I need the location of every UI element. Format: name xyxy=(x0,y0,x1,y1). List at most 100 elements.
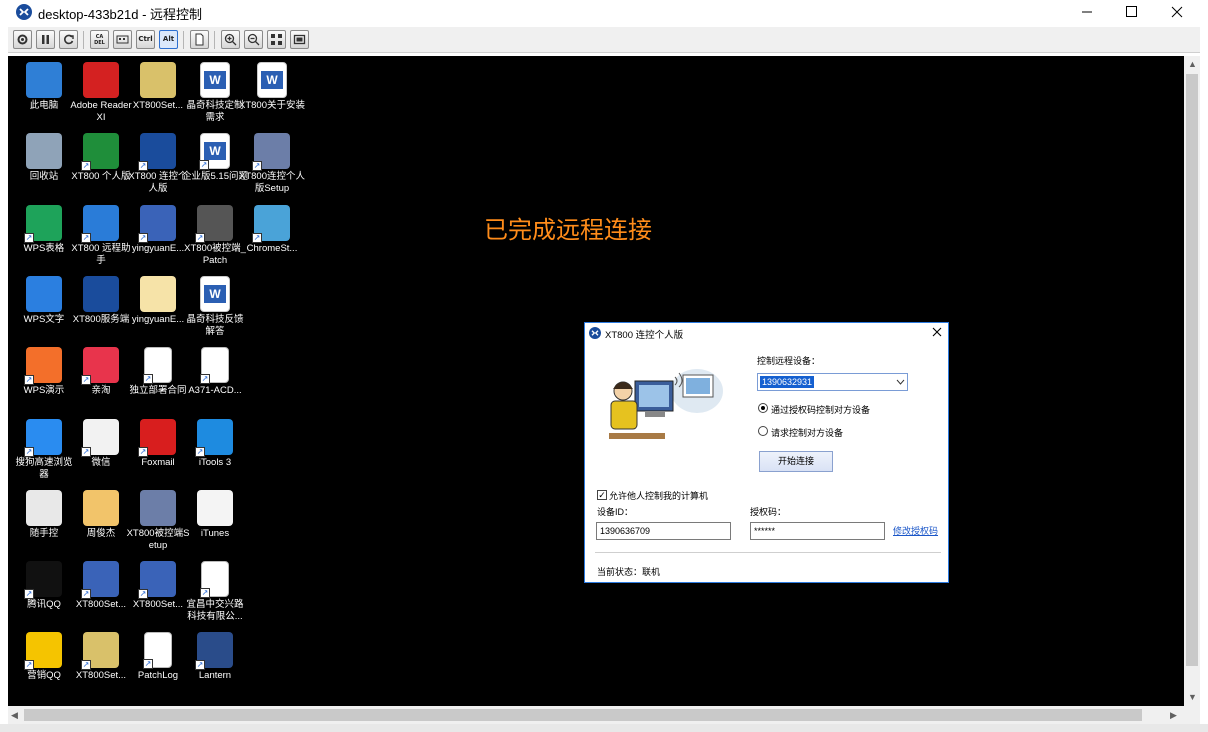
desktop-icon-label: iTunes xyxy=(200,527,230,539)
refresh-icon xyxy=(64,34,74,45)
maximize-button[interactable] xyxy=(1108,0,1154,24)
word-doc-icon xyxy=(200,275,230,312)
xt800-dialog: XT800 连控个人版 控制远程设备： 1390632931 通过授权码控制对方… xyxy=(584,322,949,583)
scroll-left-icon[interactable]: ◀ xyxy=(11,710,18,721)
remote-desktop[interactable]: 此电脑 回收站 ↗ WPS表格 WPS文字 ↗ WPS演示 ↗ 搜狗高速浏览器 随手控 ↗ 腾讯QQ ↗… xyxy=(8,56,1184,706)
horizontal-scroll-thumb[interactable] xyxy=(24,709,1142,721)
auth-code-label: 授权码： xyxy=(750,507,787,517)
window-title: desktop-433b21d - 远程控制 xyxy=(38,7,203,22)
xt800-personal-icon: ↗ xyxy=(81,133,119,172)
ctrl-alt-del-icon: CA DEL xyxy=(94,34,105,46)
radio-request[interactable] xyxy=(758,426,768,436)
desktop-icon-label: Lantern xyxy=(198,670,232,682)
keyboard-button[interactable] xyxy=(113,30,132,49)
pause-icon xyxy=(42,35,49,44)
xt800-icon xyxy=(589,327,601,339)
zoom-out-icon xyxy=(247,33,260,46)
auth-code-field[interactable]: ****** xyxy=(750,522,885,540)
desktop-icon[interactable]: ↗ ChromeSt... xyxy=(239,204,305,255)
blank-file-icon: ↗ xyxy=(200,347,229,385)
word-doc-icon xyxy=(200,62,230,98)
close-icon xyxy=(932,327,942,337)
desktop-icon-label: XT800关于安装 xyxy=(239,100,305,111)
allow-control-label: 允许他人控制我的计算机 xyxy=(609,491,709,501)
radio-auth-label: 通过授权码控制对方设备 xyxy=(771,405,871,415)
bottom-strip xyxy=(0,724,1208,732)
dialog-divider xyxy=(595,552,941,553)
allow-control-checkbox[interactable]: ✓ xyxy=(597,490,607,500)
recycle-bin-icon xyxy=(26,133,62,170)
desktop-icon-label: ChromeSt... xyxy=(246,242,298,254)
fullscreen-icon xyxy=(293,34,306,45)
scroll-up-icon[interactable]: ▲ xyxy=(1188,59,1197,69)
radio-request-label: 请求控制对方设备 xyxy=(771,428,844,438)
desktop-icon-label: XT800连控个人版Setup xyxy=(239,171,305,195)
desktop-icon[interactable]: ↗ A371-ACD... xyxy=(182,347,248,397)
dialog-title: XT800 连控个人版 xyxy=(605,330,684,341)
foxmail-icon: ↗ xyxy=(138,418,176,457)
word-doc-icon xyxy=(257,62,287,98)
connection-status-banner: 已完成远程连接 xyxy=(484,216,652,244)
fit-screen-icon xyxy=(271,34,282,45)
winrar-icon: ↗ xyxy=(138,561,176,600)
pause-button[interactable] xyxy=(36,30,55,49)
alt-key-button[interactable]: Alt xyxy=(159,30,178,49)
xt800-assistant-icon: ↗ xyxy=(81,204,119,243)
device-label: 控制远程设备： xyxy=(757,356,821,366)
keyboard-icon xyxy=(116,35,129,44)
desktop-icon[interactable]: ↗ Lantern xyxy=(182,632,248,682)
xt800-control-icon: ↗ xyxy=(138,133,176,172)
desktop-icon-label: 宜昌中交兴路科技有限公... xyxy=(186,599,244,623)
scroll-down-icon[interactable]: ▼ xyxy=(1188,692,1197,702)
wps-sheet-icon: ↗ xyxy=(24,204,62,243)
desktop-icon[interactable]: ↗ XT800连控个人版Setup xyxy=(239,133,305,195)
ctrl-alt-del-button[interactable]: CA DEL xyxy=(90,30,109,49)
settings-button[interactable] xyxy=(13,30,32,49)
xt800-icon xyxy=(16,4,32,20)
close-button[interactable] xyxy=(1154,0,1200,24)
title-bar: desktop-433b21d - 远程控制 xyxy=(0,0,1208,24)
ctrl-key-button[interactable]: Ctrl xyxy=(136,30,155,49)
desktop-icon-label: iTools 3 xyxy=(198,456,232,468)
wps-present-icon: ↗ xyxy=(24,347,62,386)
settings-icon xyxy=(17,34,28,45)
winrar-icon: ↗ xyxy=(138,204,176,243)
dialog-close-button[interactable] xyxy=(930,325,944,339)
close-icon xyxy=(1171,6,1183,18)
installer-icon: ↗ xyxy=(252,133,290,172)
desktop-icon[interactable]: ↗ iTools 3 xyxy=(182,418,248,469)
word-doc-icon: ↗ xyxy=(199,133,230,171)
start-connect-button[interactable]: 开始连接 xyxy=(759,451,833,472)
desktop-icon[interactable]: 晶奇科技反馈解答 xyxy=(182,275,248,338)
device-id-field[interactable]: 1390636709 xyxy=(596,522,731,540)
installer-icon xyxy=(140,489,176,526)
setup-icon: ↗ xyxy=(81,632,119,671)
fit-screen-button[interactable] xyxy=(267,30,286,49)
zoom-in-button[interactable] xyxy=(221,30,240,49)
radio-auth-code[interactable] xyxy=(758,403,768,413)
refresh-button[interactable] xyxy=(59,30,78,49)
vertical-scroll-thumb[interactable] xyxy=(1186,74,1198,666)
dialog-title-bar: XT800 连控个人版 xyxy=(585,323,948,343)
minimize-icon xyxy=(1082,11,1092,13)
scroll-right-icon[interactable]: ▶ xyxy=(1170,710,1177,721)
ctrl-key-icon: Ctrl xyxy=(138,35,153,43)
computer-icon xyxy=(26,62,62,98)
desktop-icon[interactable]: iTunes xyxy=(182,489,248,540)
desktop-icon[interactable]: ↗ 宜昌中交兴路科技有限公... xyxy=(182,561,248,623)
chevron-down-icon xyxy=(896,379,905,385)
folder-icon xyxy=(140,275,176,312)
remote-device-combobox[interactable]: 1390632931 xyxy=(757,373,908,391)
change-auth-code-link[interactable]: 修改授权码 xyxy=(893,524,938,537)
pdf-icon: ↗ xyxy=(200,561,229,599)
pdf-icon: ↗ xyxy=(143,347,172,385)
file-transfer-button[interactable] xyxy=(190,30,209,49)
minimize-button[interactable] xyxy=(1064,0,1110,24)
wps-writer-icon xyxy=(26,275,62,312)
file-icon xyxy=(195,33,204,46)
zoom-out-button[interactable] xyxy=(244,30,263,49)
fullscreen-button[interactable] xyxy=(290,30,309,49)
desktop-icon[interactable]: XT800关于安装 xyxy=(239,62,305,112)
suishoukong-icon xyxy=(26,489,62,526)
qintao-icon: ↗ xyxy=(81,347,119,386)
